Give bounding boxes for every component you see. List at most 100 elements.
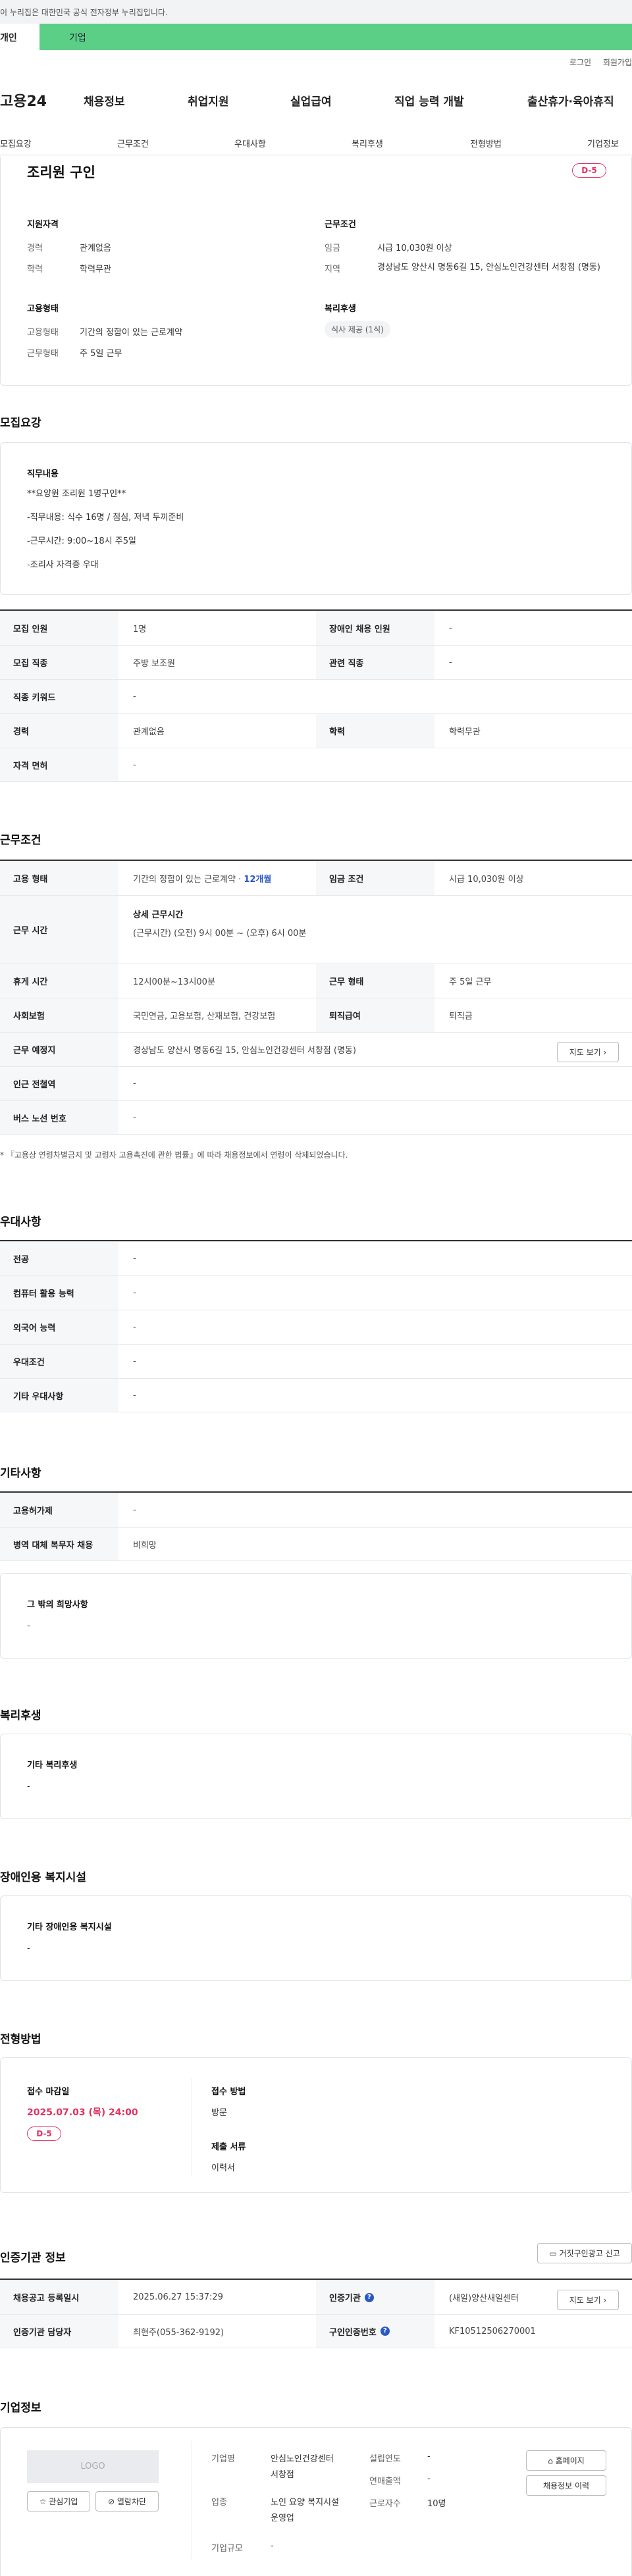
row-key: 임금 조건 [316, 862, 434, 895]
table-row: 기타 우대사항 - [0, 1378, 632, 1412]
welfare-title: 복리후생 [325, 304, 356, 314]
row-key: 직종 키워드 [0, 680, 118, 713]
row-key: 모집 인원 [0, 611, 118, 645]
pref-section-title: 우대사항 [0, 1216, 41, 1229]
company-sales-key: 연매출액 [369, 2477, 401, 2486]
row-value: 2025.06.27 15:37:29 [133, 2292, 223, 2302]
table-row: 외국어 능력 - [0, 1310, 632, 1344]
table-row: 우대조건 - [0, 1344, 632, 1378]
table-row: 경력 관계없음 학력 학력무관 [0, 713, 632, 748]
block-view-button[interactable]: ⊘ 열람차단 [95, 2491, 159, 2512]
hours-value: (근무시간) (오전) 9시 00분 ~ (오후) 6시 00분 [133, 929, 307, 939]
row-key: 자격 면허 [0, 748, 118, 781]
table-row: 휴게 시간 12시00분~13시00분 근무 형태 주 5일 근무 [0, 964, 632, 998]
docs-label: 제출 서류 [211, 2142, 246, 2152]
job-history-button[interactable]: 채용정보 이력 [526, 2475, 606, 2496]
login-link[interactable]: 로그인 [569, 58, 591, 67]
gnb-item-unemployment-benefits[interactable]: 실업급여 [290, 92, 332, 109]
gnb-item-jobs[interactable]: 채용정보 [84, 92, 125, 109]
row-value: - [133, 1112, 136, 1123]
company-emp-value: 10명 [427, 2499, 446, 2509]
row-value: (새일)양산새일센터 [449, 2294, 519, 2304]
row-key: 인근 전철역 [0, 1067, 118, 1100]
row-key: 관련 직종 [316, 646, 434, 679]
info-icon[interactable]: ? [364, 2292, 374, 2302]
anchor-process[interactable]: 전형방법 [470, 137, 502, 149]
gnb-item-employment-support[interactable]: 취업지원 [188, 92, 229, 109]
row-value: - [133, 1505, 136, 1515]
site-logo[interactable]: 고용24 [0, 90, 47, 111]
method-label: 접수 방법 [211, 2087, 246, 2097]
tab-person[interactable]: 개인 [0, 24, 40, 50]
info-icon[interactable]: ? [380, 2327, 390, 2336]
row-value: 주 5일 근무 [449, 977, 492, 987]
table-row: 직종 키워드 - [0, 679, 632, 713]
row-key: 학력 [316, 714, 434, 748]
job-title: 조리원 구인 [27, 165, 95, 180]
anchor-welfare[interactable]: 복리후생 [352, 137, 383, 149]
deadline-label: 접수 마감일 [27, 2087, 70, 2097]
table-row: 전공 - [0, 1241, 632, 1275]
company-name-key: 기업명 [211, 2454, 235, 2464]
process-section-title: 전형방법 [0, 2033, 41, 2046]
work-section-title: 근무조건 [0, 834, 41, 847]
table-row: 병역 대체 복무자 채용 비희망 [0, 1527, 632, 1561]
anchor-company[interactable]: 기업정보 [587, 137, 619, 149]
etc-hope-card: 그 밖의 희망사항 - [0, 1573, 632, 1659]
company-logo: LOGO [27, 2450, 159, 2483]
row-value: 퇴직금 [449, 1012, 473, 1021]
home-icon: ⌂ [548, 2456, 553, 2465]
row-value: KF10512506270001 [449, 2326, 536, 2336]
report-icon: ▭ [549, 2249, 557, 2258]
welfare-pill: 식사 제공 (1식) [325, 321, 390, 338]
gov-notice-bar: 이 누리집은 대한민국 공식 전자정부 누리집입니다. [0, 0, 632, 24]
anchor-work[interactable]: 근무조건 [117, 137, 149, 149]
company-name-value: 안심노인건강센터 서창점 [271, 2454, 334, 2480]
map-view-button[interactable]: 지도 보기 › [557, 1042, 619, 1062]
table-row: 모집 인원 1명 장애인 채용 인원 - [0, 611, 632, 645]
edu-value: 학력무관 [80, 265, 111, 274]
chevron-right-icon: › [603, 1048, 607, 1057]
row-value: 12시00분~13시00분 [133, 977, 215, 987]
row-key: 근무 형태 [316, 964, 434, 998]
homepage-button[interactable]: ⌂ 홈페이지 [526, 2450, 606, 2471]
row-key: 경력 [0, 714, 118, 748]
report-ad-button[interactable]: ▭ 거짓구인광고 신고 [537, 2243, 632, 2263]
cert-map-button[interactable]: 지도 보기 › [557, 2290, 619, 2310]
career-value: 관계없음 [80, 244, 111, 253]
join-link[interactable]: 회원가입 [603, 58, 632, 67]
anchor-recruit[interactable]: 모집요강 [0, 137, 32, 149]
gnb-item-parental-leave[interactable]: 출산휴가·육아휴직 [527, 92, 614, 109]
gnb-item-job-training[interactable]: 직업 능력 개발 [394, 92, 464, 109]
row-key: 모집 직종 [0, 646, 118, 679]
row-value: - [133, 692, 136, 702]
emp-type-value: 기간의 정함이 있는 근로계약 · [133, 875, 244, 885]
workform-label: 근무형태 [27, 349, 59, 359]
anchor-pref[interactable]: 우대사항 [234, 137, 266, 149]
welfare-box-title: 기타 복리후생 [27, 1761, 78, 1770]
duty-card: 직무내용 **요양원 조리원 1명구인** -직무내용: 식수 16명 / 점심… [0, 442, 632, 595]
cond-title: 근무조건 [325, 220, 356, 230]
duty-line: **요양원 조리원 1명구인** [27, 489, 126, 499]
welfare-section-title: 복리후생 [0, 1709, 41, 1722]
welfare-card: 기타 복리후생 - [0, 1734, 632, 1819]
etc-hope-title: 그 밖의 희망사항 [27, 1600, 88, 1610]
row-value: - [449, 623, 452, 633]
tab-company[interactable]: 기업 [40, 24, 632, 50]
util-links: 로그인 회원가입 [560, 57, 632, 68]
row-key: 휴게 시간 [0, 964, 118, 998]
method-value: 방문 [211, 2108, 227, 2118]
row-value: 기간의 정함이 있는 근로계약 · 12개월 [133, 862, 324, 895]
tab-company-label: 기업 [69, 33, 86, 43]
row-key: 기타 우대사항 [0, 1379, 118, 1412]
section-anchor-tabs: 모집요강 근무조건 우대사항 복리후생 전형방법 기업정보 [0, 130, 632, 155]
edu-label: 학력 [27, 265, 43, 274]
row-key: 버스 노선 번호 [0, 1101, 118, 1134]
row-key: 우대조건 [0, 1345, 118, 1378]
row-value: 주방 보조원 [133, 659, 175, 669]
hours-sub: 상세 근무시간 [133, 910, 184, 920]
fav-company-button[interactable]: ☆ 관심기업 [27, 2491, 90, 2512]
row-value: - [133, 1322, 136, 1332]
table-row: 사회보험 국민연금, 고용보험, 산재보험, 건강보험 퇴직급여 퇴직금 [0, 998, 632, 1032]
age-notice: * 『고용상 연령차별금지 및 고령자 고용촉진에 관한 법률』에 따라 채용정… [0, 1150, 348, 1160]
